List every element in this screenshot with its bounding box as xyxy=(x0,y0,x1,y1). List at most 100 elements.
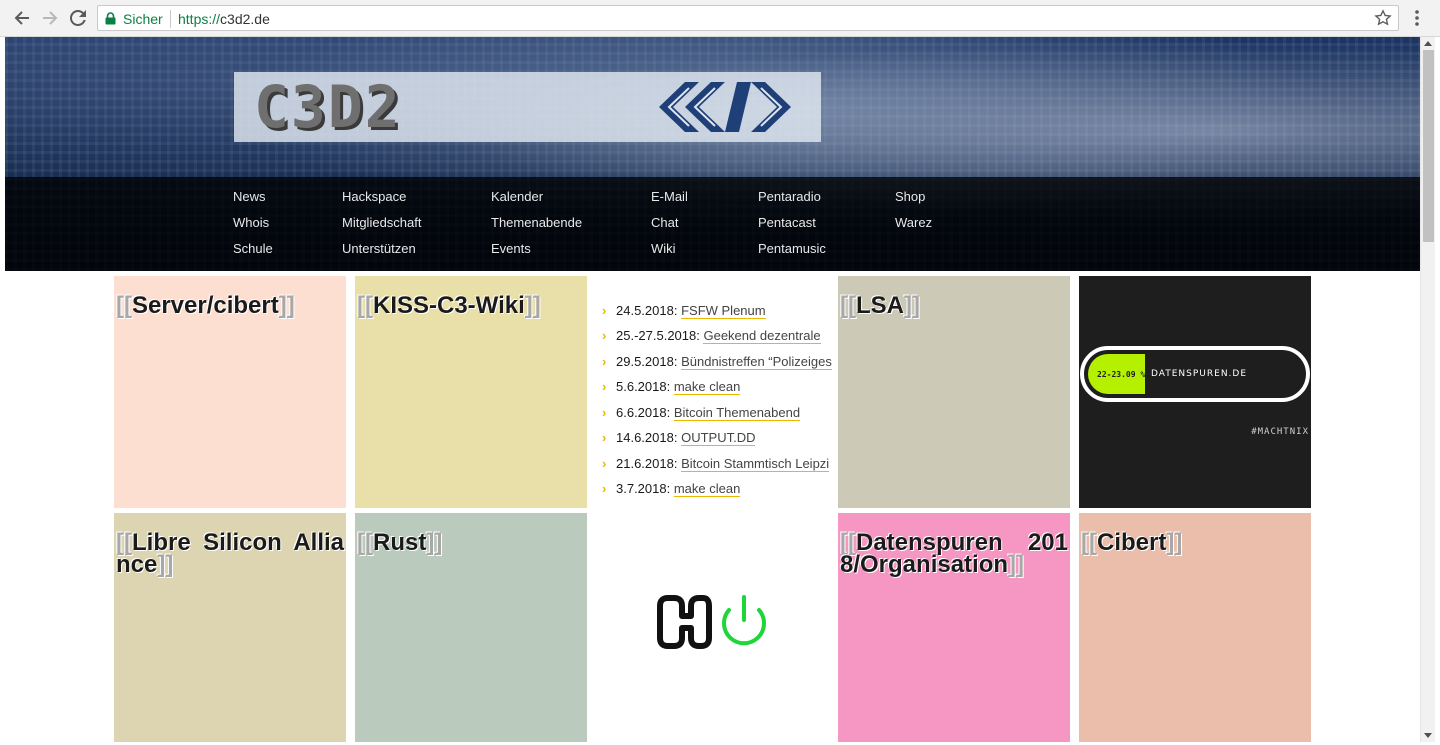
tile-title-text: LSA xyxy=(855,292,904,319)
menu-icon[interactable] xyxy=(1410,9,1424,29)
tile-title: [[Libre Silicon Alliance]] xyxy=(116,531,344,578)
chevron-right-icon: › xyxy=(602,328,607,343)
nav-link-kalender[interactable]: Kalender xyxy=(491,187,582,213)
tile-datenspuren-2018-organisation[interactable]: [[Datenspuren 2018/Organisation]] xyxy=(838,513,1070,742)
tile-title: [[Datenspuren 2018/Organisation]] xyxy=(840,529,1068,578)
nav-link-mitgliedschaft[interactable]: Mitgliedschaft xyxy=(342,213,421,239)
page-viewport: C3D2 News Whois Schule Hackspace Mitglie… xyxy=(5,37,1420,742)
tile-rust[interactable]: [[Rust]] xyxy=(355,513,587,742)
vertical-scrollbar[interactable] xyxy=(1420,37,1435,742)
event-item: › 24.5.2018: FSFW Plenum xyxy=(602,303,766,323)
tile-lsa[interactable]: [[LSA]] xyxy=(838,276,1070,508)
tile-title-text: Server/cibert xyxy=(131,292,279,319)
logo-chevrons-icon xyxy=(659,82,791,132)
main-navigation: News Whois Schule Hackspace Mitgliedscha… xyxy=(5,177,1420,271)
bracket-open: [[ xyxy=(357,292,373,319)
event-link[interactable]: Bitcoin Stammtisch Leipzi xyxy=(681,456,830,472)
tile-title-text: Cibert xyxy=(1096,529,1167,556)
secure-label[interactable]: Sicher xyxy=(123,11,163,27)
event-link[interactable]: make clean xyxy=(673,379,741,395)
nav-link-email[interactable]: E-Mail xyxy=(651,187,688,213)
nav-link-warez[interactable]: Warez xyxy=(895,213,932,239)
nav-column-6: Shop Warez xyxy=(895,187,932,239)
nav-link-events[interactable]: Events xyxy=(491,239,582,265)
tile-server-cibert[interactable]: [[Server/cibert]] xyxy=(114,276,346,508)
nav-link-wiki[interactable]: Wiki xyxy=(651,239,688,265)
chevron-right-icon: › xyxy=(602,379,607,394)
bookmark-star-icon[interactable] xyxy=(1374,9,1392,27)
datenspuren-pill-icon xyxy=(1080,346,1310,402)
event-date: 29.5.2018: xyxy=(616,354,678,369)
header-banner: C3D2 News Whois Schule Hackspace Mitglie… xyxy=(5,37,1420,271)
chevron-right-icon: › xyxy=(602,481,607,496)
reload-icon[interactable] xyxy=(67,7,89,29)
event-item: › 5.6.2018: make clean xyxy=(602,379,741,399)
nav-column-4: E-Mail Chat Wiki xyxy=(651,187,688,265)
chevron-right-icon: › xyxy=(602,354,607,369)
site-logo[interactable]: C3D2 xyxy=(234,72,821,142)
event-date: 5.6.2018: xyxy=(616,379,671,394)
tile-title-text: Datenspuren 2018/Organisation xyxy=(840,529,1068,578)
scroll-down-arrow-icon[interactable] xyxy=(1424,733,1432,738)
lock-icon xyxy=(105,12,116,30)
datenspuren-banner[interactable]: 22-23.09 % DATENSPUREN.DE #MACHTNIX xyxy=(1079,276,1311,508)
event-date: 6.6.2018: xyxy=(616,405,671,420)
forward-arrow-icon[interactable] xyxy=(39,7,61,29)
browser-toolbar: Sicher https://c3d2.de xyxy=(0,0,1440,37)
scroll-thumb[interactable] xyxy=(1423,50,1434,242)
event-link[interactable]: OUTPUT.DD xyxy=(681,430,756,446)
bracket-open: [[ xyxy=(357,529,373,556)
hq-power-logo-icon[interactable] xyxy=(657,594,767,654)
bracket-close: ]] xyxy=(278,292,295,319)
event-date: 3.7.2018: xyxy=(616,481,671,496)
tile-title: [[Cibert]] xyxy=(1081,529,1309,556)
tile-title: [[Rust]] xyxy=(357,529,585,556)
nav-column-1: News Whois Schule xyxy=(233,187,273,265)
tile-title-text: Rust xyxy=(372,529,427,556)
tile-title-text: KISS-C3-Wiki xyxy=(372,292,525,319)
nav-link-themenabende[interactable]: Themenabende xyxy=(491,213,582,239)
nav-link-pentacast[interactable]: Pentacast xyxy=(758,213,826,239)
address-bar[interactable]: Sicher https://c3d2.de xyxy=(97,5,1399,31)
bracket-open: [[ xyxy=(116,292,132,319)
event-date: 14.6.2018: xyxy=(616,430,678,445)
nav-link-chat[interactable]: Chat xyxy=(651,213,688,239)
bracket-open: [[ xyxy=(1081,529,1097,556)
bracket-close: ]] xyxy=(1166,529,1183,556)
bracket-close: ]] xyxy=(903,292,920,319)
event-link[interactable]: Bitcoin Themenabend xyxy=(673,405,801,421)
event-item: › 6.6.2018: Bitcoin Themenabend xyxy=(602,405,801,425)
url-text[interactable]: https://c3d2.de xyxy=(178,11,270,27)
event-link[interactable]: FSFW Plenum xyxy=(681,303,766,319)
nav-column-2: Hackspace Mitgliedschaft Unterstützen xyxy=(342,187,421,265)
chevron-right-icon: › xyxy=(602,405,607,420)
event-item: › 14.6.2018: OUTPUT.DD xyxy=(602,430,756,450)
nav-link-schule[interactable]: Schule xyxy=(233,239,273,265)
bracket-close: ]] xyxy=(157,551,174,578)
nav-link-shop[interactable]: Shop xyxy=(895,187,932,213)
nav-link-whois[interactable]: Whois xyxy=(233,213,273,239)
logo-text: C3D2 xyxy=(254,73,402,141)
datenspuren-site: DATENSPUREN.DE xyxy=(1151,369,1248,379)
event-item: › 3.7.2018: make clean xyxy=(602,481,741,501)
nav-link-news[interactable]: News xyxy=(233,187,273,213)
scroll-up-arrow-icon[interactable] xyxy=(1424,41,1432,46)
nav-link-pentamusic[interactable]: Pentamusic xyxy=(758,239,826,265)
chevron-right-icon: › xyxy=(602,456,607,471)
event-link[interactable]: Geekend dezentrale xyxy=(703,328,821,344)
nav-link-unterstuetzen[interactable]: Unterstützen xyxy=(342,239,421,265)
url-host: c3d2.de xyxy=(220,11,270,27)
bracket-open: [[ xyxy=(840,292,856,319)
tile-libre-silicon-alliance[interactable]: [[Libre Silicon Alliance]] xyxy=(114,513,346,742)
tile-cibert[interactable]: [[Cibert]] xyxy=(1079,513,1311,742)
back-arrow-icon[interactable] xyxy=(11,7,33,29)
event-link[interactable]: make clean xyxy=(673,481,741,497)
event-date: 21.6.2018: xyxy=(616,456,678,471)
bracket-close: ]] xyxy=(1008,551,1025,578)
events-list: › 24.5.2018: FSFW Plenum › 25.-27.5.2018: … xyxy=(596,276,837,508)
event-link[interactable]: Bündnistreffen “Polizeiges xyxy=(681,354,832,370)
nav-link-hackspace[interactable]: Hackspace xyxy=(342,187,421,213)
url-scheme: https:// xyxy=(178,11,221,27)
tile-kiss-c3-wiki[interactable]: [[KISS-C3-Wiki]] xyxy=(355,276,587,508)
nav-link-pentaradio[interactable]: Pentaradio xyxy=(758,187,826,213)
